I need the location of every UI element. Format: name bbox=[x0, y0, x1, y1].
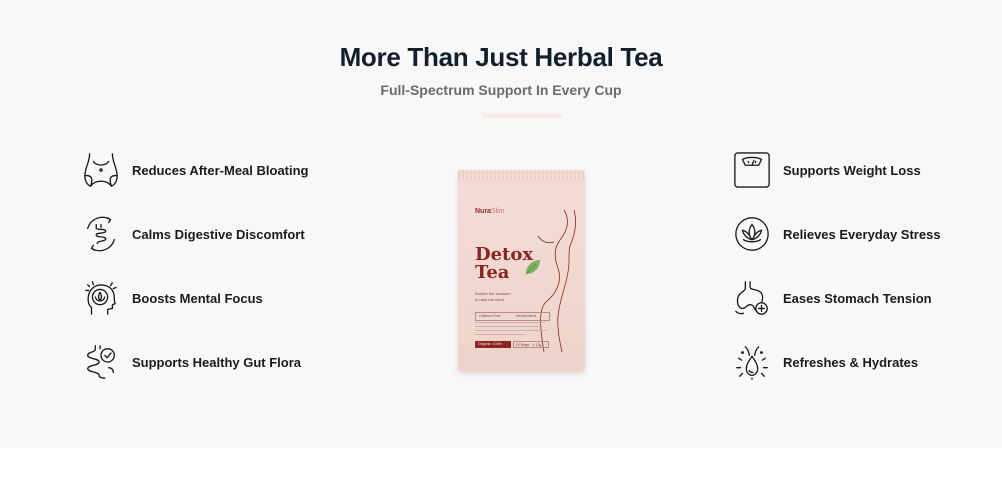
head-lotus-icon bbox=[81, 278, 121, 318]
water-drop-icon bbox=[732, 342, 772, 382]
feature-label: Refreshes & Hydrates bbox=[783, 354, 919, 370]
feature-label: Supports Healthy Gut Flora bbox=[132, 354, 302, 370]
benefits-section: More Than Just Herbal Tea Full-Spectrum … bbox=[0, 0, 1002, 448]
pouch-tags: Caffeine-Free Herbal Blend bbox=[475, 312, 550, 321]
feature-label: Supports Weight Loss bbox=[783, 162, 921, 178]
scale-icon bbox=[732, 150, 772, 190]
title-divider bbox=[482, 113, 562, 118]
feature-calms-digestive: Calms Digestive Discomfort bbox=[81, 214, 305, 254]
feature-label: Calms Digestive Discomfort bbox=[132, 226, 305, 242]
feature-reduces-bloating: Reduces After-Meal Bloating bbox=[81, 150, 309, 190]
feature-label: Eases Stomach Tension bbox=[783, 290, 932, 306]
section-title: More Than Just Herbal Tea bbox=[339, 42, 663, 72]
lotus-circle-icon bbox=[732, 214, 772, 254]
pouch-title: Detox Tea bbox=[475, 244, 534, 283]
feature-label: Reduces After-Meal Bloating bbox=[132, 162, 309, 178]
feature-refreshes-hydrates: Refreshes & Hydrates bbox=[732, 342, 918, 382]
pouch-brand: NuraSlim bbox=[475, 208, 505, 215]
detox-tea-pouch: NuraSlim Detox Tea Soothe the stomach & … bbox=[458, 170, 585, 372]
feature-relieves-stress: Relieves Everyday Stress bbox=[732, 214, 941, 254]
pouch-description-lines bbox=[475, 322, 548, 338]
pouch-seal bbox=[458, 170, 585, 180]
feature-label: Relieves Everyday Stress bbox=[783, 226, 941, 242]
feature-boosts-focus: Boosts Mental Focus bbox=[81, 278, 263, 318]
feature-label: Boosts Mental Focus bbox=[132, 290, 263, 306]
pouch-tagline: Soothe the stomach & calm the mind bbox=[475, 291, 511, 302]
feature-gut-flora: Supports Healthy Gut Flora bbox=[81, 342, 301, 382]
belly-icon bbox=[81, 150, 121, 190]
feature-weight-loss: Supports Weight Loss bbox=[732, 150, 921, 190]
feature-stomach-tension: Eases Stomach Tension bbox=[732, 278, 932, 318]
pouch-footer: Organic 100% 20 Bags · 1.13g bbox=[475, 341, 549, 348]
intestine-cycle-icon bbox=[81, 214, 121, 254]
section-subtitle: Full-Spectrum Support In Every Cup bbox=[380, 82, 622, 98]
stomach-plus-icon bbox=[732, 278, 772, 318]
gut-check-icon bbox=[81, 342, 121, 382]
